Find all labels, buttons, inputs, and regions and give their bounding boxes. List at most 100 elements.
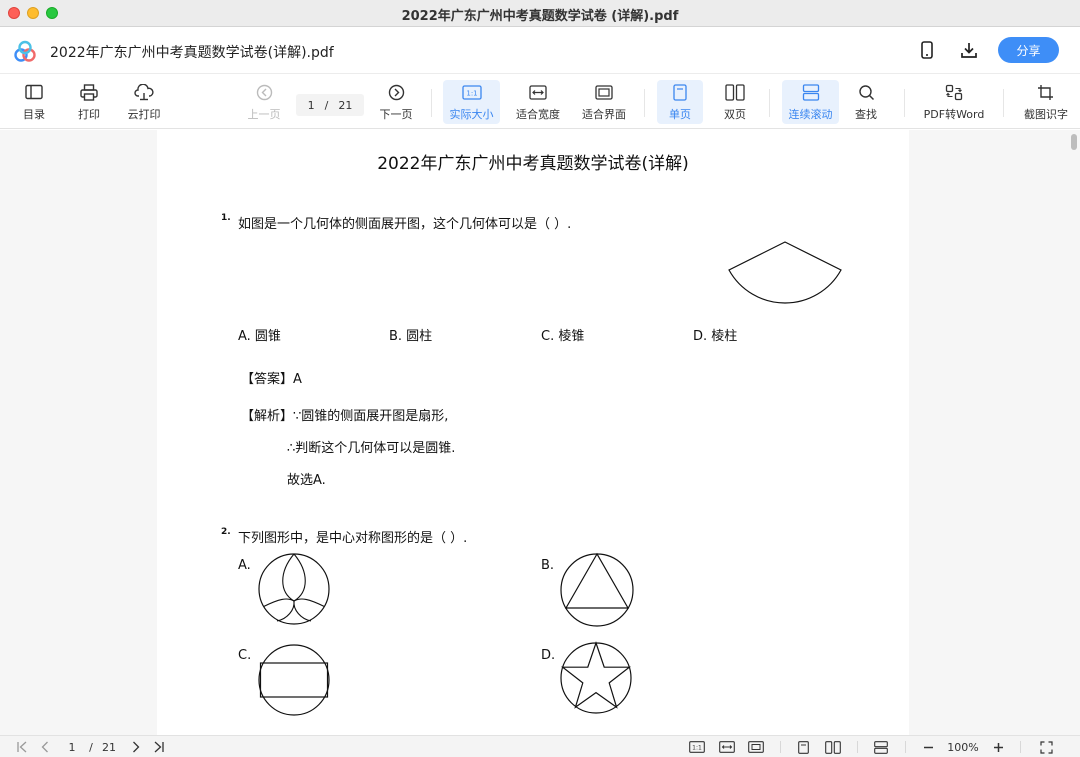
single-page-label: 单页 [669, 108, 691, 121]
figure-circle-star [560, 641, 632, 714]
prev-page-button[interactable]: 上一页 [244, 80, 284, 124]
double-page-button[interactable]: 双页 [714, 80, 756, 124]
analysis-text: ∴判断这个几何体可以是圆锥. [287, 441, 456, 456]
app-header: 2022年广东广州中考真题数学试卷(详解).pdf 分享 [0, 27, 1080, 74]
option-c: C. 棱锥 [541, 329, 585, 344]
single-page-button[interactable]: 单页 [657, 80, 703, 124]
search-icon [858, 80, 875, 104]
scrollbar-thumb[interactable] [1071, 134, 1077, 150]
circle-chevron-right-icon [388, 80, 405, 104]
document-viewport[interactable]: 2022年广东广州中考真题数学试卷(详解) 1. 如图是一个几何体的侧面展开图，… [0, 130, 1080, 735]
status-actual-size-glyph: 1:1 [692, 745, 702, 752]
total-pages: 21 [338, 98, 353, 112]
question-number: 1. [221, 213, 231, 223]
analysis-text: ∵圆锥的侧面展开图是扇形, [293, 409, 449, 424]
zoom-out-icon[interactable] [920, 739, 936, 755]
ocr-button[interactable]: 截图识字 [1018, 80, 1074, 124]
question-text: 下列图形中，是中心对称图形的是（ ）. [238, 531, 468, 546]
crop-icon [1037, 80, 1055, 104]
phone-icon[interactable] [916, 39, 938, 61]
next-page-label: 下一页 [379, 108, 413, 121]
answer-line: 【答案】A [241, 368, 302, 387]
question-text: 如图是一个几何体的侧面展开图，这个几何体可以是（ ）. [238, 217, 572, 232]
zoom-level[interactable]: 100% [943, 739, 983, 755]
toc-label: 目录 [23, 108, 45, 121]
ocr-label: 截图识字 [1024, 108, 1068, 121]
fit-width-button[interactable]: 适合宽度 [511, 80, 565, 124]
file-name: 2022年广东广州中考真题数学试卷(详解).pdf [50, 45, 334, 61]
status-total-pages: 21 [102, 740, 116, 754]
status-fit-page-icon[interactable] [747, 739, 765, 755]
page-separator: / [324, 98, 329, 112]
toc-button[interactable]: 目录 [16, 80, 52, 124]
status-divider [780, 741, 781, 753]
pdf-to-word-button[interactable]: PDF转Word [918, 80, 990, 124]
fit-width-label: 适合宽度 [516, 108, 560, 121]
toolbar-divider [769, 89, 770, 117]
fit-page-button[interactable]: 适合界面 [577, 80, 631, 124]
actual-size-icon: 1:1 [461, 80, 482, 104]
cloud-print-label: 云打印 [127, 108, 161, 121]
prev-page-icon[interactable] [37, 739, 53, 755]
status-single-page-icon[interactable] [795, 739, 811, 755]
figure-three-arcs [258, 553, 330, 625]
continuous-scroll-icon [802, 80, 820, 104]
single-page-icon [673, 80, 687, 104]
circle-chevron-left-icon [256, 80, 273, 104]
app-logo-icon [14, 40, 36, 62]
last-page-icon[interactable] [151, 739, 167, 755]
status-fit-width-icon[interactable] [718, 739, 736, 755]
figure-circle-rectangle [258, 644, 330, 716]
next-page-button[interactable]: 下一页 [376, 80, 416, 124]
toolbar-divider [1003, 89, 1004, 117]
figure-circle-triangle [560, 552, 634, 627]
print-button[interactable]: 打印 [71, 80, 107, 124]
double-page-icon [725, 80, 745, 104]
share-button[interactable]: 分享 [998, 37, 1059, 63]
download-icon[interactable] [958, 39, 980, 61]
double-page-label: 双页 [724, 108, 746, 121]
status-actual-size-icon[interactable]: 1:1 [688, 739, 706, 755]
status-divider [857, 741, 858, 753]
find-label: 查找 [855, 108, 877, 121]
status-double-page-icon[interactable] [824, 739, 842, 755]
zoom-in-icon[interactable] [990, 739, 1006, 755]
vertical-scrollbar[interactable] [1068, 130, 1080, 735]
next-page-icon[interactable] [128, 739, 144, 755]
option-b: B. [541, 558, 555, 573]
fit-page-label: 适合界面 [582, 108, 626, 121]
actual-size-button[interactable]: 1:1 实际大小 [443, 80, 500, 124]
toolbar: 目录 打印 云打印 上一页 1 / 21 下一页 1:1 实际大小 适合宽度 适… [0, 75, 1080, 129]
sidebar-icon [25, 80, 43, 104]
cloud-print-button[interactable]: 云打印 [124, 80, 164, 124]
pdf-page: 2022年广东广州中考真题数学试卷(详解) 1. 如图是一个几何体的侧面展开图，… [157, 130, 909, 735]
analysis-label: 【解析】 [241, 409, 294, 424]
first-page-icon[interactable] [14, 739, 30, 755]
pdf-to-word-label: PDF转Word [923, 108, 985, 121]
document-title: 2022年广东广州中考真题数学试卷(详解) [377, 154, 689, 174]
fit-width-icon [529, 80, 547, 104]
status-current-page[interactable]: 1 [66, 739, 78, 755]
page-number-input[interactable]: 1 / 21 [296, 94, 364, 116]
option-c: C. [238, 648, 252, 663]
status-continuous-scroll-icon[interactable] [872, 739, 890, 755]
actual-size-glyph: 1:1 [466, 89, 477, 97]
question-number: 2. [221, 527, 231, 537]
current-page: 1 [307, 98, 315, 112]
printer-icon [80, 80, 98, 104]
analysis-line: 【解析】∵圆锥的侧面展开图是扇形, [241, 405, 448, 424]
print-label: 打印 [78, 108, 100, 121]
option-a: A. 圆锥 [238, 329, 281, 344]
continuous-scroll-button[interactable]: 连续滚动 [782, 80, 839, 124]
answer-value: A [293, 372, 302, 387]
status-page-separator: / [89, 740, 93, 754]
find-button[interactable]: 查找 [847, 80, 885, 124]
cloud-icon [134, 80, 154, 104]
status-divider [905, 741, 906, 753]
window-titlebar: 2022年广东广州中考真题数学试卷 (详解).pdf [0, 0, 1080, 27]
continuous-scroll-label: 连续滚动 [788, 108, 833, 121]
status-bar: 1 / 21 1:1 100% [0, 735, 1080, 757]
option-d: D. 棱柱 [693, 329, 738, 344]
fullscreen-icon[interactable] [1037, 739, 1055, 755]
window-title: 2022年广东广州中考真题数学试卷 (详解).pdf [401, 9, 679, 24]
